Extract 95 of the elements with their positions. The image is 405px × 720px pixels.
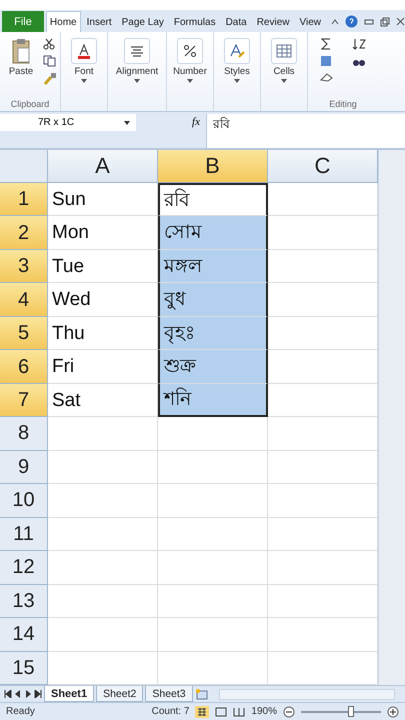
font-color-icon [77,43,91,59]
ribbon-tab[interactable]: Formulas [170,11,220,32]
page-break-icon[interactable] [233,706,246,716]
insert-sheet-icon[interactable] [194,688,209,700]
row-header[interactable]: 13 [0,584,48,618]
row-header[interactable]: 14 [0,618,48,652]
format-painter-icon[interactable] [43,72,57,86]
cells-icon [276,44,292,58]
insert-function-button[interactable]: fx [192,116,200,128]
sum-icon[interactable] [320,38,332,50]
cell[interactable]: Wed [48,283,158,317]
row-header[interactable]: 12 [0,551,48,585]
restore-icon[interactable] [380,16,390,26]
ribbon-button[interactable]: Font [64,36,104,109]
column-header[interactable]: B [158,150,268,183]
cell[interactable]: শুক্র [158,350,268,384]
vertical-scrollbar[interactable] [378,150,405,685]
row-header[interactable]: 1 [0,183,48,216]
cell[interactable]: Sun [48,183,158,216]
zoom-slider-thumb[interactable] [348,706,354,716]
dropdown-arrow-icon [281,79,287,83]
ribbon-button[interactable]: Cells [264,36,304,109]
cell[interactable]: সোম [158,216,268,250]
file-tab[interactable]: File [2,11,44,32]
cell[interactable]: মঙ্গল [158,250,268,284]
row-header[interactable]: 8 [0,417,48,451]
ribbon-button[interactable]: Styles [217,36,257,109]
cell[interactable]: Mon [48,216,158,250]
cell[interactable]: রবি [158,183,268,216]
horizontal-scrollbar[interactable] [218,688,395,700]
ribbon-tab[interactable]: View [296,11,325,32]
close-icon[interactable] [396,17,405,26]
name-box[interactable]: 7R x 1C [0,114,136,131]
ribbon-tab[interactable]: Home [46,11,81,32]
row-header[interactable]: 2 [0,216,48,250]
row-header[interactable]: 6 [0,350,48,384]
dropdown-arrow-icon [187,79,193,83]
group-label: Clipboard [10,99,50,109]
zoom-in-icon[interactable] [387,706,399,718]
ribbon-tab[interactable]: Page Lay [118,11,168,32]
ribbon-tab[interactable]: Insert [82,11,116,32]
align-icon [130,45,144,57]
first-sheet-icon[interactable] [4,690,12,698]
ribbon-tab[interactable]: Review [252,11,294,32]
percent-icon [183,44,197,58]
paste-button[interactable]: Paste [3,36,39,99]
row-header[interactable]: 9 [0,450,48,484]
status-text: Ready [6,706,35,717]
ribbon-button[interactable]: Alignment [111,36,163,109]
column-header[interactable]: C [268,150,378,183]
row-header[interactable]: 11 [0,518,48,552]
cell[interactable]: বৃহঃ [158,316,268,350]
ribbon-button[interactable]: Number [170,36,210,109]
cell[interactable]: বুধ [158,283,268,317]
styles-icon [229,43,245,59]
cell[interactable]: Sat [48,384,158,418]
sheet-tab[interactable]: Sheet1 [44,686,94,702]
cell[interactable]: Fri [48,350,158,384]
row-header[interactable]: 15 [0,652,48,685]
cut-icon[interactable] [43,38,55,50]
row-header[interactable]: 10 [0,484,48,518]
previous-sheet-icon[interactable] [14,690,22,698]
eraser-icon[interactable] [320,72,334,82]
page-layout-icon[interactable] [215,706,228,716]
count-text: Count: 7 [152,706,190,717]
sheet-tab[interactable]: Sheet3 [145,686,193,702]
copy-icon[interactable] [43,55,57,67]
dropdown-arrow-icon [134,79,140,83]
column-header[interactable]: A [48,150,158,183]
next-sheet-icon[interactable] [24,690,32,698]
formula-field[interactable]: রবি [206,114,405,148]
last-sheet-icon[interactable] [34,690,42,698]
collapse-ribbon-icon[interactable] [331,18,339,24]
dropdown-arrow-icon [234,79,240,83]
cell[interactable]: Tue [48,250,158,284]
cell[interactable]: Thu [48,316,158,350]
select-all-corner[interactable] [0,150,48,183]
row-header[interactable]: 5 [0,316,48,350]
dropdown-arrow-icon [81,79,87,83]
sheet-tab[interactable]: Sheet2 [96,686,144,702]
group-label: Editing [329,99,357,109]
cell[interactable]: শনি [158,384,268,418]
normal-view-icon[interactable] [195,706,210,718]
zoom-out-icon[interactable] [283,706,295,718]
sort-icon[interactable] [352,38,366,50]
row-header[interactable]: 7 [0,384,48,418]
clipboard-icon [11,38,31,64]
ribbon-tab[interactable]: Data [222,11,251,32]
row-header[interactable]: 3 [0,250,48,284]
zoom-level-text[interactable]: 190% [251,706,277,717]
row-header[interactable]: 4 [0,283,48,317]
dropdown-arrow-icon [124,120,130,124]
minimize-icon[interactable] [364,18,374,24]
help-icon[interactable] [345,15,358,28]
fill-icon[interactable] [320,55,332,67]
